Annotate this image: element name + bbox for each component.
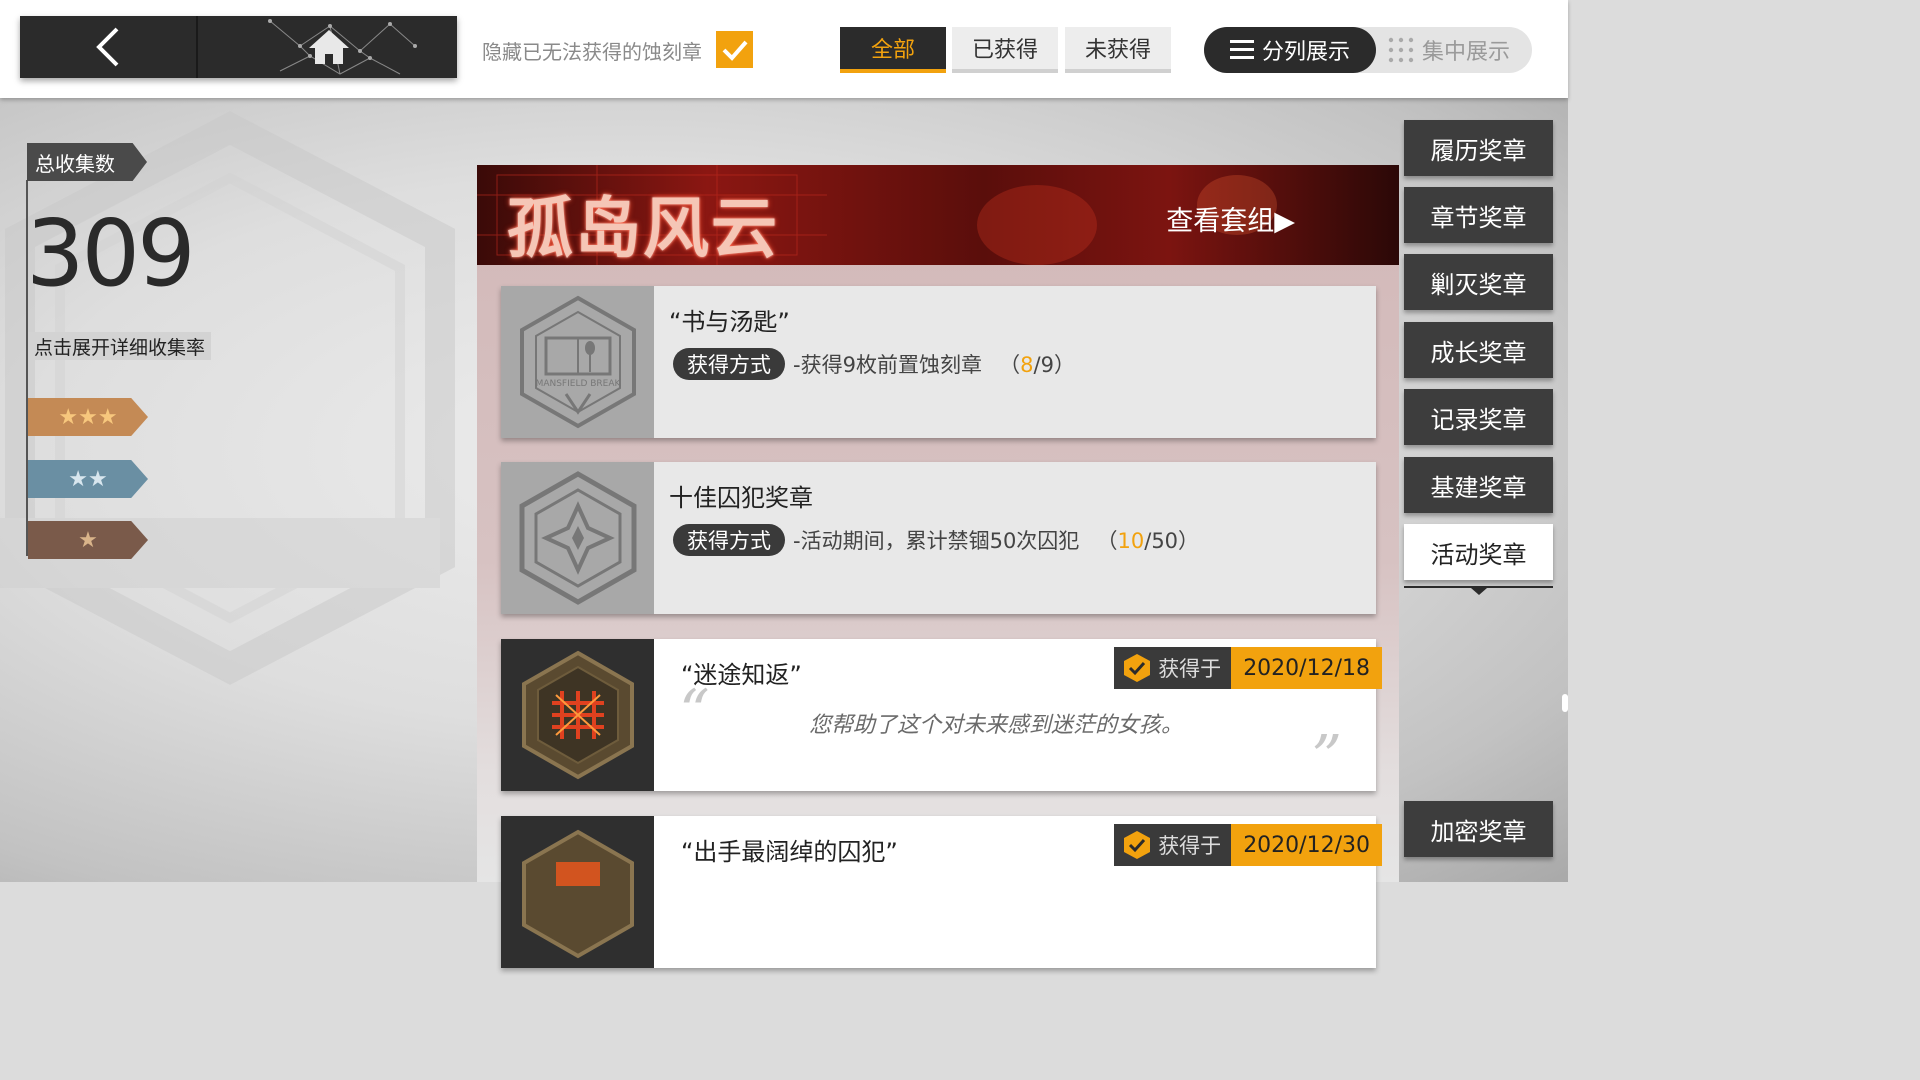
- book-and-spoon-medal-icon: MANSFIELD BREAK: [519, 295, 636, 429]
- svg-text:MANSFIELD BREAK: MANSFIELD BREAK: [535, 379, 621, 389]
- category-annihilation-medals[interactable]: 剿灭奖章: [1404, 254, 1553, 310]
- hide-unobtainable-label: 隐藏已无法获得的蚀刻章: [482, 40, 702, 64]
- view-split-button[interactable]: 分列展示: [1204, 27, 1376, 73]
- medal-name: 十佳囚犯奖章: [669, 484, 813, 512]
- back-button[interactable]: [20, 16, 198, 78]
- acquisition-method-row: 获得方式 -活动期间，累计禁锢50次囚犯 （10/50）: [673, 524, 1199, 556]
- grid-dots-icon: [1388, 37, 1414, 63]
- category-growth-medals[interactable]: 成长奖章: [1404, 322, 1553, 378]
- progress-total: 50: [1151, 529, 1179, 553]
- obtained-label-text: 获得于: [1158, 834, 1222, 858]
- one-star-row: ★ 165: [28, 521, 224, 559]
- quote-open-mark: “: [679, 677, 710, 747]
- medal-set-banner: 孤岛风云 查看套组▶: [477, 165, 1399, 265]
- top-prisoner-medal-icon: [519, 471, 636, 605]
- obtained-check-icon: [1124, 831, 1151, 859]
- progress-open-paren: （: [988, 353, 1021, 377]
- two-star-icon: ★★: [28, 460, 148, 498]
- category-base-medals[interactable]: 基建奖章: [1404, 457, 1553, 513]
- total-collected-value: 309: [26, 200, 196, 307]
- obtained-label: 获得于: [1114, 824, 1232, 866]
- medal-image: [501, 462, 654, 614]
- quote-close-mark: ”: [1311, 723, 1342, 793]
- obtained-label: 获得于: [1114, 647, 1232, 689]
- three-star-row: ★★★ 18: [28, 398, 224, 436]
- medal-card[interactable]: “出手最阔绰的囚犯” 获得于 2020/12/30: [501, 816, 1382, 968]
- medal-image: MANSFIELD BREAK: [501, 286, 654, 438]
- progress-current: 10: [1117, 529, 1145, 553]
- category-encrypted-medals[interactable]: 加密奖章: [1404, 801, 1553, 857]
- obtained-check-icon: [1124, 654, 1151, 682]
- hide-unobtainable-checkbox[interactable]: [716, 31, 753, 68]
- medal-quote: 您帮助了这个对未来感到迷茫的女孩。: [809, 713, 1184, 738]
- acquisition-method-tag: 获得方式: [673, 524, 785, 556]
- progress-current: 8: [1020, 353, 1034, 377]
- category-event-medals[interactable]: 活动奖章: [1404, 524, 1553, 580]
- medal-card[interactable]: MANSFIELD BREAK “书与汤匙” 获得方式 -获得9枚前置蚀刻章 （…: [501, 286, 1376, 438]
- view-grouped-button[interactable]: 集中展示: [1388, 27, 1510, 73]
- view-set-button[interactable]: 查看套组▶: [1166, 199, 1295, 238]
- acquisition-method-row: 获得方式 -获得9枚前置蚀刻章 （8/9）: [673, 348, 1075, 380]
- three-star-icon: ★★★: [28, 398, 148, 436]
- progress-open-paren: （: [1086, 529, 1118, 553]
- top-bar: 隐藏已无法获得的蚀刻章 全部 已获得 未获得 分列展示 集中展示: [0, 0, 1568, 98]
- home-icon: [308, 30, 349, 64]
- one-star-icon: ★: [28, 521, 148, 559]
- category-resume-medals[interactable]: 履历奖章: [1404, 120, 1553, 176]
- medal-image: [501, 639, 654, 791]
- scroll-indicator: [1562, 694, 1568, 712]
- view-mode-toggle: 分列展示 集中展示: [1204, 27, 1532, 73]
- medal-name: “出手最阔绰的囚犯”: [681, 838, 898, 866]
- medal-card[interactable]: “迷途知返” 获得于 2020/12/18 “ 您帮助了这个对未来感到迷茫的女孩…: [501, 639, 1382, 793]
- total-collected-label: 总收集数: [27, 143, 147, 181]
- category-chapter-medals[interactable]: 章节奖章: [1404, 187, 1553, 243]
- obtained-badge: 获得于 2020/12/30: [1114, 824, 1382, 866]
- acquisition-method-text: -获得9枚前置蚀刻章 （8/9）: [793, 353, 1075, 377]
- lost-and-found-medal-icon: [521, 650, 634, 780]
- acquisition-method-description: -活动期间，累计禁锢50次囚犯: [793, 529, 1080, 553]
- view-grouped-label: 集中展示: [1422, 40, 1511, 65]
- list-icon: [1229, 40, 1254, 59]
- two-star-row: ★★ 126: [28, 460, 224, 498]
- medal-set-title: 孤岛风云: [507, 189, 779, 265]
- obtained-date: 2020/12/30: [1231, 824, 1382, 866]
- acquisition-method-text: -活动期间，累计禁锢50次囚犯 （10/50）: [793, 529, 1200, 553]
- view-split-label: 分列展示: [1261, 40, 1350, 65]
- medal-name: “书与汤匙”: [669, 308, 790, 336]
- home-button[interactable]: [200, 16, 457, 78]
- generous-prisoner-medal-icon: [521, 829, 634, 959]
- expand-collection-rate-button[interactable]: 点击展开详细收集率: [28, 332, 212, 360]
- active-category-pointer: [1471, 588, 1487, 595]
- acquisition-method-description: -获得9枚前置蚀刻章: [793, 353, 982, 377]
- obtained-label-text: 获得于: [1158, 657, 1222, 681]
- tab-obtained[interactable]: 已获得: [952, 27, 1058, 73]
- medal-card[interactable]: 十佳囚犯奖章 获得方式 -活动期间，累计禁锢50次囚犯 （10/50）: [501, 462, 1376, 614]
- tab-not-obtained[interactable]: 未获得: [1065, 27, 1171, 73]
- obtained-date: 2020/12/18: [1231, 647, 1382, 689]
- nav-block: [20, 16, 457, 78]
- obtained-badge: 获得于 2020/12/18: [1114, 647, 1382, 689]
- category-record-medals[interactable]: 记录奖章: [1404, 389, 1553, 445]
- acquisition-method-tag: 获得方式: [673, 348, 785, 380]
- chevron-left-icon: [96, 27, 119, 67]
- medal-image: [501, 816, 654, 968]
- progress-total: 9: [1040, 353, 1054, 377]
- tab-all[interactable]: 全部: [840, 27, 946, 73]
- checkmark-icon: [722, 40, 748, 61]
